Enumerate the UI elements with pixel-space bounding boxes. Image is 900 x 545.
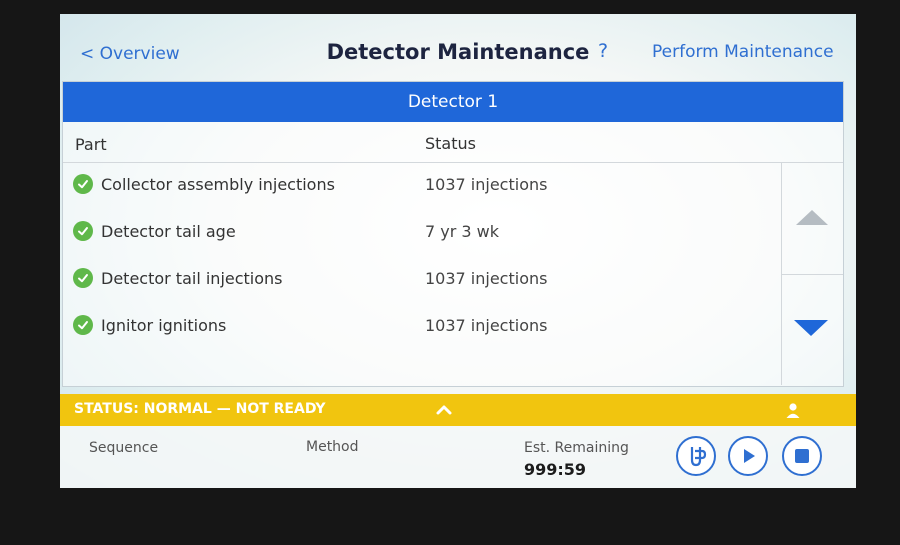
part-label: Detector tail age [101,222,236,241]
sequence-label: Sequence [89,440,159,456]
part-status: 1037 injections [425,175,548,194]
check-icon [73,221,93,241]
table-row[interactable]: Detector tail age 7 yr 3 wk [63,210,781,256]
play-icon [744,449,755,463]
perform-maintenance-button[interactable]: Perform Maintenance [652,42,834,62]
scroll-up-icon [796,210,828,225]
part-label: Detector tail injections [101,269,283,288]
expand-up-icon[interactable] [434,400,454,424]
maintenance-panel: Detector 1 Part Status Collector assembl… [62,81,844,387]
table-header: Part Status [63,122,843,163]
top-bar: < Overview Detector Maintenance ? Perfor… [60,14,856,80]
table-row[interactable]: Collector assembly injections 1037 injec… [63,163,781,209]
scroll-up-button[interactable] [782,163,843,275]
run-bar: Sequence Method Est. Remaining 999:59 [60,426,856,488]
column-header-status: Status [425,134,476,153]
scroll-controls [781,163,843,385]
method-label: Method [306,439,359,455]
panel-title: Detector 1 [63,82,843,122]
part-status: 1037 injections [425,316,548,335]
scroll-down-button[interactable] [782,275,843,385]
parts-list: Collector assembly injections 1037 injec… [63,163,781,385]
check-icon [73,174,93,194]
check-icon [73,315,93,335]
user-icon[interactable] [784,401,802,423]
column-header-part: Part [75,135,107,154]
remaining-value: 999:59 [524,460,587,479]
help-icon[interactable]: ? [598,40,608,62]
part-label: Collector assembly injections [101,175,335,194]
check-icon [73,268,93,288]
table-row[interactable]: Ignitor ignitions 1037 injections [63,304,781,350]
scroll-down-icon [794,320,828,336]
status-bar: STATUS: NORMAL — NOT READY [60,394,856,426]
device-screen: < Overview Detector Maintenance ? Perfor… [60,14,856,488]
part-status: 1037 injections [425,269,548,288]
part-label: Ignitor ignitions [101,316,227,335]
stop-icon [795,449,809,463]
sampler-icon [690,447,707,467]
table-row[interactable]: Detector tail injections 1037 injections [63,257,781,303]
stop-run-button[interactable] [782,436,822,476]
remaining-label: Est. Remaining [524,440,629,456]
start-run-button[interactable] [728,436,768,476]
status-text: STATUS: NORMAL — NOT READY [74,401,326,417]
sampler-button[interactable] [676,436,716,476]
part-status: 7 yr 3 wk [425,222,500,241]
